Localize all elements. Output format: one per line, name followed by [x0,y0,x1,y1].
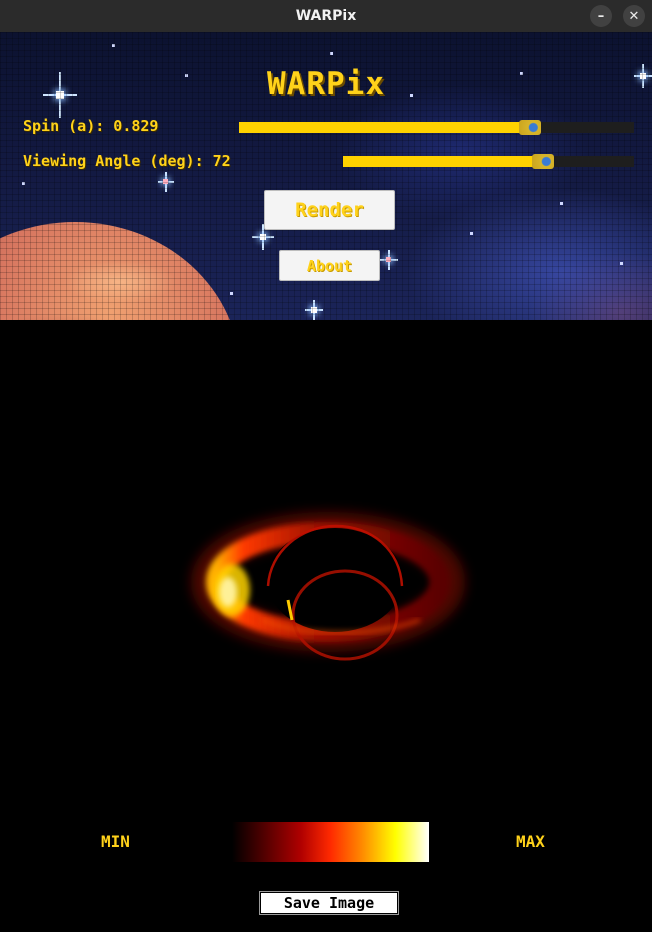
viewing-angle-slider[interactable] [343,154,634,169]
render-viewport [0,320,652,820]
spin-slider-handle[interactable] [519,120,542,135]
app-title: WARPix [267,66,385,102]
colorbar-min-label: MIN [101,832,130,851]
viewing-angle-label: Viewing Angle (deg): 72 [23,152,231,170]
colorbar-legend: MIN MAX [0,820,652,870]
about-button[interactable]: About [279,250,380,281]
close-icon[interactable]: ✕ [623,5,645,27]
black-hole-render [191,512,465,661]
spin-slider-fill [239,122,528,133]
colorbar-max-label: MAX [516,832,545,851]
window-titlebar: WARPix – ✕ [0,0,652,32]
window-title: WARPix [295,8,357,24]
disk-hot-core [219,577,237,607]
header-panel: WARPix Spin (a): 0.829 Viewing Angle (de… [0,32,652,320]
spin-label: Spin (a): 0.829 [23,117,159,135]
viewing-angle-slider-fill [343,156,540,167]
minimize-icon[interactable]: – [590,5,612,27]
render-button[interactable]: Render [264,190,395,230]
colorbar-gradient [232,822,429,862]
save-image-button[interactable]: Save Image [259,891,399,915]
viewing-angle-slider-handle[interactable] [531,154,554,169]
spin-slider[interactable] [239,120,634,135]
